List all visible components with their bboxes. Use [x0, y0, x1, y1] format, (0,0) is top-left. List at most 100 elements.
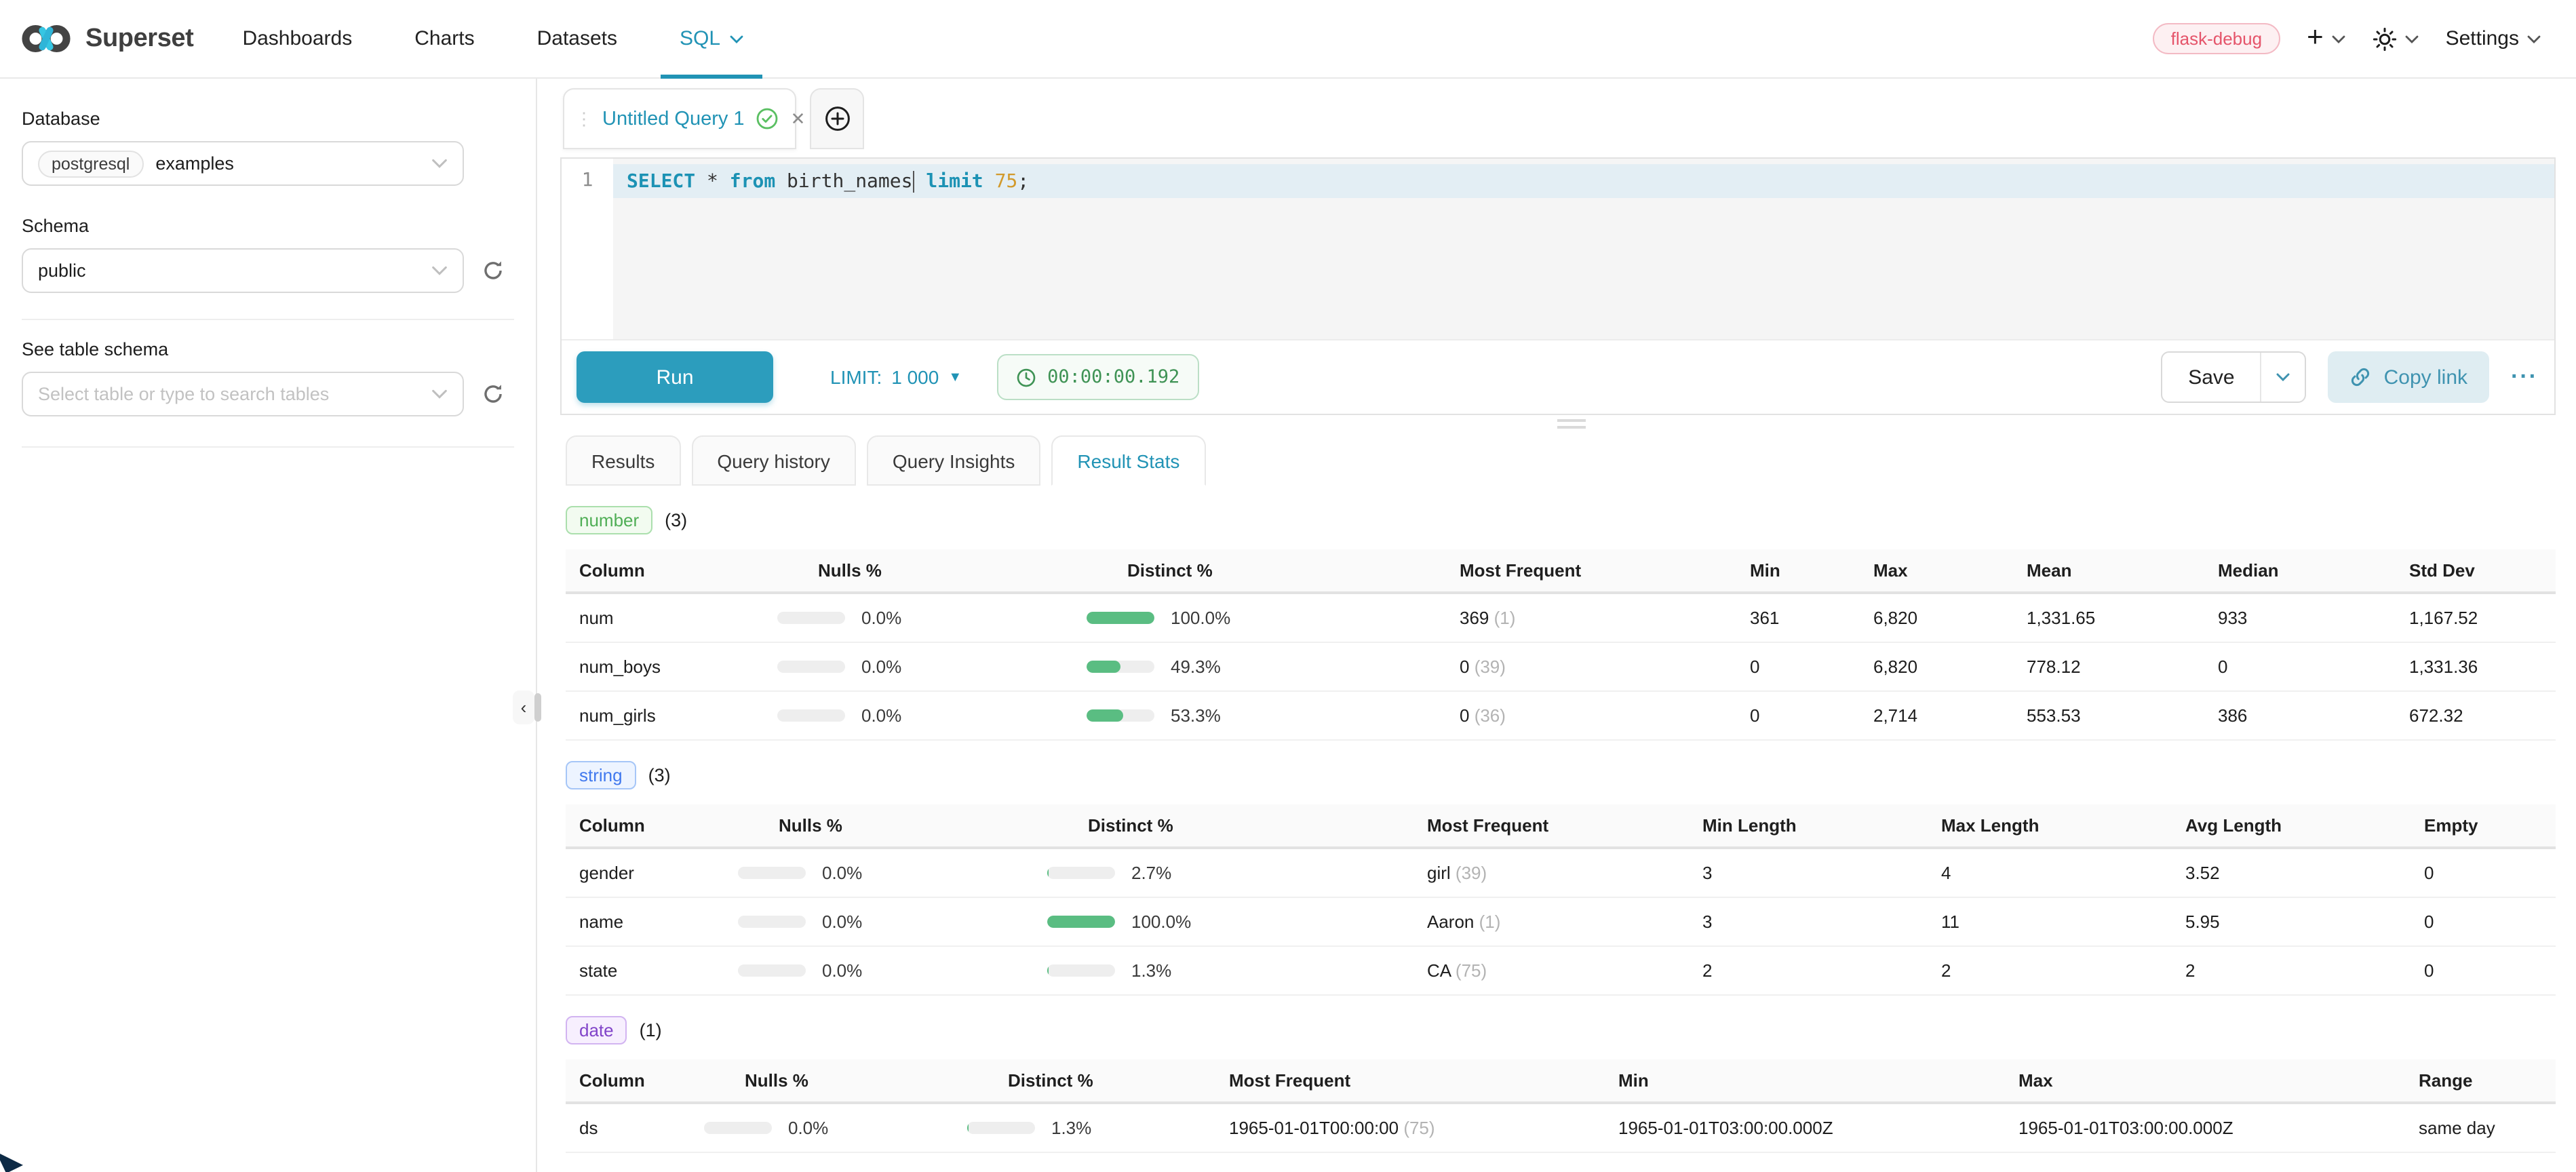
bar-wrap: 1.3%: [967, 1118, 1175, 1138]
stat-value: 778.12: [2013, 657, 2204, 677]
drag-handle-icon[interactable]: ⋮: [575, 108, 590, 130]
tab-result-stats[interactable]: Result Stats: [1051, 435, 1205, 486]
table-row: num0.0%100.0%369 (1)3616,8201,331.659331…: [566, 594, 2556, 643]
stats-sections: number(3)ColumnNulls %Distinct %Most Fre…: [566, 506, 2556, 1153]
sql-lab-page: Superset Dashboards Charts Datasets SQL …: [0, 0, 2576, 1172]
most-frequent-cell: 0 (39): [1446, 657, 1736, 677]
sun-icon: [2373, 26, 2397, 51]
most-frequent-cell: 0 (36): [1446, 705, 1736, 726]
bar-wrap: 1.3%: [1047, 960, 1373, 981]
stat-value: 1965-01-01T03:00:00.000Z: [2005, 1118, 2405, 1138]
splitter-grip[interactable]: [1557, 419, 1586, 431]
column-header: Nulls %: [731, 1070, 994, 1091]
main-nav: Dashboards Charts Datasets SQL: [242, 0, 743, 78]
mf-count: (75): [1399, 1118, 1435, 1138]
stat-value: 3: [1689, 863, 1928, 883]
mf-count: (75): [1451, 960, 1487, 981]
refresh-icon[interactable]: [482, 259, 505, 282]
nulls-cell: 0.0%: [765, 960, 1074, 981]
most-frequent-cell: 1965-01-01T00:00:00 (75): [1215, 1118, 1605, 1138]
query-timer: 00:00:00.192: [997, 354, 1198, 400]
column-header: Distinct %: [1114, 560, 1446, 581]
progress-bar-track: [1087, 612, 1154, 624]
copy-link-button[interactable]: Copy link: [2328, 351, 2489, 403]
tab-results[interactable]: Results: [566, 435, 680, 486]
most-frequent-cell: 369 (1): [1446, 608, 1736, 628]
query-tab[interactable]: ⋮ Untitled Query 1 ✕: [563, 88, 796, 149]
sidebar-collapse-button[interactable]: ‹: [513, 690, 534, 724]
column-header: Max Length: [1928, 815, 2172, 836]
sql-editor[interactable]: 1 SELECT * from birth_names limit 75;: [562, 159, 2554, 339]
save-button[interactable]: Save: [2162, 353, 2261, 402]
bar-wrap: 0.0%: [738, 960, 1034, 981]
limit-dropdown[interactable]: LIMIT: 1 000 ▼: [830, 366, 962, 388]
limit-value: 1 000: [891, 366, 939, 388]
bar-wrap: 0.0%: [738, 912, 1034, 932]
brand-name: Superset: [85, 24, 193, 54]
nav-datasets[interactable]: Datasets: [537, 0, 617, 78]
stat-value: 672.32: [2396, 705, 2556, 726]
stat-value: 11: [1928, 912, 2172, 932]
progress-bar-fill: [1087, 612, 1154, 624]
refresh-icon[interactable]: [482, 383, 505, 406]
database-type-tag: postgresql: [38, 150, 143, 177]
nulls-cell: 0.0%: [765, 863, 1074, 883]
mf-count: (39): [1451, 863, 1487, 883]
nav-dashboards[interactable]: Dashboards: [242, 0, 352, 78]
plus-icon: +: [2307, 23, 2324, 52]
progress-bar-track: [777, 612, 845, 624]
chevron-down-icon: [2332, 35, 2345, 43]
stat-value: 0: [1736, 705, 1860, 726]
table-select-placeholder: Select table or type to search tables: [38, 384, 329, 404]
new-item-menu[interactable]: +: [2307, 26, 2345, 52]
editor-code-area[interactable]: SELECT * from birth_names limit 75;: [613, 159, 2554, 339]
nav-charts[interactable]: Charts: [414, 0, 474, 78]
tab-query-insights[interactable]: Query Insights: [867, 435, 1041, 486]
progress-bar-fill: [1047, 964, 1048, 977]
run-query-button[interactable]: Run: [577, 351, 773, 403]
stat-value: 0: [2411, 960, 2556, 981]
table-header-row: ColumnNulls %Distinct %Most FrequentMinM…: [566, 549, 2556, 594]
tab-query-history[interactable]: Query history: [691, 435, 856, 486]
stat-value: 1,331.65: [2013, 608, 2204, 628]
editor-gutter: 1: [562, 159, 613, 339]
type-badge: number: [566, 506, 652, 534]
nav-sql[interactable]: SQL: [680, 0, 743, 78]
stat-value: 386: [2204, 705, 2396, 726]
database-select[interactable]: postgresql examples: [22, 141, 464, 186]
chevron-down-icon: [730, 35, 743, 43]
pane-splitter[interactable]: [560, 415, 2556, 433]
chevron-down-icon: [431, 159, 448, 168]
query-editor-panel: 1 SELECT * from birth_names limit 75; Ru…: [560, 157, 2556, 415]
stats-table: ColumnNulls %Distinct %Most FrequentMinM…: [566, 1059, 2556, 1153]
sql-token: *: [695, 170, 730, 192]
more-actions-icon[interactable]: ···: [2511, 364, 2538, 391]
most-frequent-cell: girl (39): [1413, 863, 1689, 883]
schema-select[interactable]: public: [22, 248, 464, 293]
mf-value: Aaron: [1427, 912, 1474, 932]
schema-label: Schema: [22, 216, 514, 236]
mf-count: (36): [1469, 705, 1505, 726]
stat-value: 0: [2204, 657, 2396, 677]
close-tab-icon[interactable]: ✕: [791, 108, 806, 130]
chevron-down-icon: [2277, 373, 2290, 381]
link-icon: [2350, 366, 2372, 388]
stat-value: 5.95: [2172, 912, 2411, 932]
superset-logo[interactable]: Superset: [19, 22, 193, 56]
theme-menu[interactable]: [2373, 26, 2419, 51]
distinct-cell: 100.0%: [1074, 912, 1413, 932]
stat-value: 6,820: [1860, 657, 2013, 677]
save-options-caret[interactable]: [2262, 353, 2305, 402]
settings-menu[interactable]: Settings: [2446, 27, 2541, 50]
column-name: name: [566, 912, 765, 932]
percent-value: 0.0%: [861, 608, 901, 628]
nulls-cell: 0.0%: [765, 912, 1074, 932]
chevron-down-icon: [2405, 35, 2419, 43]
scrollbar-thumb[interactable]: [534, 693, 541, 722]
sql-token: from: [730, 170, 775, 192]
plus-circle-icon: [824, 106, 850, 132]
new-query-tab-button[interactable]: [810, 88, 864, 149]
percent-value: 0.0%: [822, 960, 862, 981]
table-select[interactable]: Select table or type to search tables: [22, 372, 464, 416]
table-row: num_boys0.0%49.3%0 (39)06,820778.1201,33…: [566, 643, 2556, 692]
